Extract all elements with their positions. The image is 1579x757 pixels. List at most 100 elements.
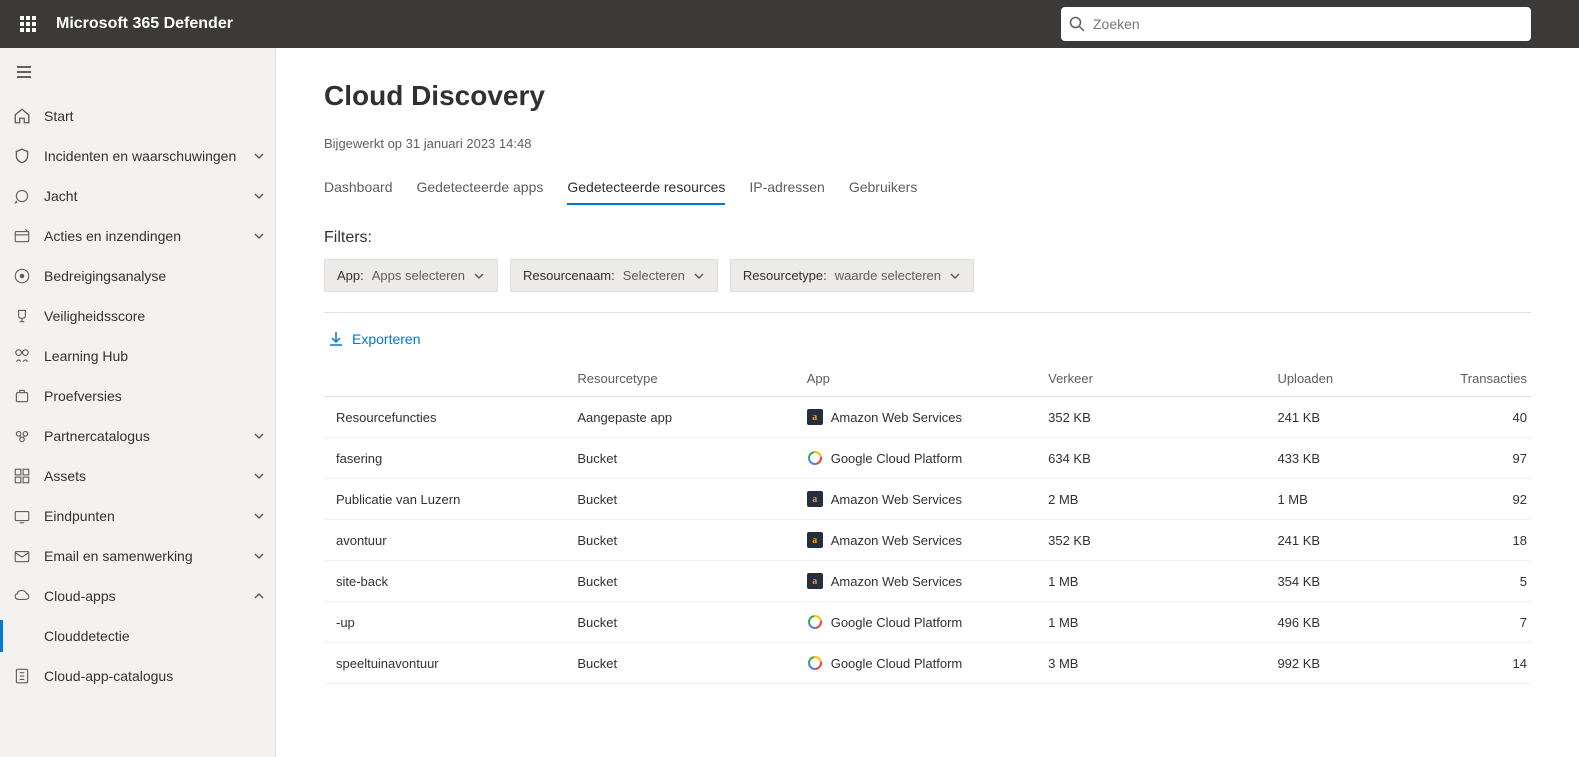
cell-upload: 241 KB (1265, 520, 1446, 561)
sidebar-item-label: Acties en inzendingen (44, 228, 253, 244)
sidebar-item-start[interactable]: Start (0, 96, 275, 136)
cell-traffic: 1 MB (1036, 602, 1265, 643)
sidebar-item-label: Proefversies (44, 388, 267, 404)
sidebar-item-jacht[interactable]: Jacht (0, 176, 275, 216)
cell-name: -up (324, 602, 565, 643)
filter-value: waarde selecteren (835, 268, 941, 283)
cell-app: aAmazon Web Services (795, 520, 1036, 561)
sidebar-item-incidenten-en-waarschuwingen[interactable]: Incidenten en waarschuwingen (0, 136, 275, 176)
sidebar-item-label: Cloud-app-catalogus (44, 668, 267, 684)
tab-ip-adressen[interactable]: IP-adressen (749, 171, 824, 205)
filter-resourcenaam[interactable]: Resourcenaam: Selecteren (510, 259, 718, 292)
app-launcher-icon[interactable] (8, 4, 48, 44)
cell-upload: 241 KB (1265, 397, 1446, 438)
download-icon (328, 331, 344, 347)
sidebar-item-cloud-apps[interactable]: Cloud-apps (0, 576, 275, 616)
hamburger-menu[interactable] (0, 48, 48, 96)
chevron-down-icon (473, 270, 485, 282)
search-input[interactable] (1093, 16, 1523, 32)
cell-name: avontuur (324, 520, 565, 561)
chevron-down-icon (253, 469, 267, 483)
cell-app: Google Cloud Platform (795, 438, 1036, 479)
table-row[interactable]: faseringBucketGoogle Cloud Platform634 K… (324, 438, 1531, 479)
cell-app: aAmazon Web Services (795, 397, 1036, 438)
sidebar-item-partnercatalogus[interactable]: Partnercatalogus (0, 416, 275, 456)
learn-icon (12, 346, 32, 366)
chevron-down-icon (253, 509, 267, 523)
tab-gebruikers[interactable]: Gebruikers (849, 171, 917, 205)
cell-name: fasering (324, 438, 565, 479)
table-row[interactable]: site-backBucketaAmazon Web Services1 MB3… (324, 561, 1531, 602)
home-icon (12, 106, 32, 126)
export-button[interactable]: Exporteren (324, 325, 424, 353)
table-row[interactable]: avontuurBucketaAmazon Web Services352 KB… (324, 520, 1531, 561)
sidebar-item-acties-en-inzendingen[interactable]: Acties en inzendingen (0, 216, 275, 256)
cell-upload: 1 MB (1265, 479, 1446, 520)
cell-app: Google Cloud Platform (795, 602, 1036, 643)
search-icon (1069, 16, 1085, 32)
tab-gedetecteerde-apps[interactable]: Gedetecteerde apps (417, 171, 544, 205)
chevron-down-icon (253, 549, 267, 563)
column-header[interactable]: Resourcetype (565, 361, 794, 397)
filter-resourcetype[interactable]: Resourcetype: waarde selecteren (730, 259, 974, 292)
cell-type: Bucket (565, 479, 794, 520)
table-row[interactable]: speeltuinavontuurBucketGoogle Cloud Plat… (324, 643, 1531, 684)
sidebar-item-label: Incidenten en waarschuwingen (44, 148, 253, 164)
aws-icon: a (807, 409, 823, 425)
cell-tx: 40 (1446, 397, 1531, 438)
updated-timestamp: Bijgewerkt op 31 januari 2023 14:48 (324, 136, 1531, 151)
tab-dashboard[interactable]: Dashboard (324, 171, 393, 205)
endpoint-icon (12, 506, 32, 526)
cell-app: aAmazon Web Services (795, 561, 1036, 602)
sidebar-item-label: Bedreigingsanalyse (44, 268, 267, 284)
filter-prefix: Resourcenaam: (523, 268, 615, 283)
chevron-down-icon (949, 270, 961, 282)
filter-app[interactable]: App: Apps selecteren (324, 259, 498, 292)
chevron-down-icon (253, 429, 267, 443)
column-header[interactable]: Transacties (1446, 361, 1531, 397)
sidebar-item-assets[interactable]: Assets (0, 456, 275, 496)
column-header[interactable]: App (795, 361, 1036, 397)
table-row[interactable]: Publicatie van LuzernBucketaAmazon Web S… (324, 479, 1531, 520)
table-row[interactable]: ResourcefunctiesAangepaste appaAmazon We… (324, 397, 1531, 438)
cell-upload: 496 KB (1265, 602, 1446, 643)
target-icon (12, 186, 32, 206)
cell-name: site-back (324, 561, 565, 602)
sidebar: Start Incidenten en waarschuwingen Jacht Ac… (0, 48, 276, 757)
cell-type: Bucket (565, 438, 794, 479)
column-header[interactable] (324, 361, 565, 397)
divider (324, 312, 1531, 313)
gcp-icon (807, 614, 823, 630)
tab-gedetecteerde-resources[interactable]: Gedetecteerde resources (567, 171, 725, 205)
table-row[interactable]: -upBucketGoogle Cloud Platform1 MB496 KB… (324, 602, 1531, 643)
sidebar-item-eindpunten[interactable]: Eindpunten (0, 496, 275, 536)
filters-label: Filters: (324, 229, 1531, 247)
chevron-up-icon (253, 589, 267, 603)
filter-row: App: Apps selecteren Resourcenaam: Select… (324, 259, 1531, 292)
cell-name: Resourcefuncties (324, 397, 565, 438)
sidebar-item-label: Eindpunten (44, 508, 253, 524)
sidebar-item-cloud-app-catalogus[interactable]: Cloud-app-catalogus (0, 656, 275, 696)
chevron-down-icon (693, 270, 705, 282)
column-header[interactable]: Verkeer (1036, 361, 1265, 397)
sidebar-item-email-en-samenwerking[interactable]: Email en samenwerking (0, 536, 275, 576)
cell-upload: 992 KB (1265, 643, 1446, 684)
sidebar-item-veiligheidsscore[interactable]: Veiligheidsscore (0, 296, 275, 336)
sidebar-item-label: Start (44, 108, 267, 124)
search-container[interactable] (1061, 7, 1531, 41)
sidebar-item-clouddetectie[interactable]: Clouddetectie (0, 616, 275, 656)
sidebar-item-bedreigingsanalyse[interactable]: Bedreigingsanalyse (0, 256, 275, 296)
sidebar-item-proefversies[interactable]: Proefversies (0, 376, 275, 416)
column-header[interactable]: Uploaden (1265, 361, 1446, 397)
sidebar-item-learning-hub[interactable]: Learning Hub (0, 336, 275, 376)
filter-value: Apps selecteren (372, 268, 465, 283)
cell-app: aAmazon Web Services (795, 479, 1036, 520)
threat-icon (12, 266, 32, 286)
export-label: Exporteren (352, 331, 420, 347)
cell-type: Bucket (565, 561, 794, 602)
shield-icon (12, 146, 32, 166)
chevron-down-icon (253, 149, 267, 163)
cell-app: Google Cloud Platform (795, 643, 1036, 684)
cell-traffic: 3 MB (1036, 643, 1265, 684)
app-title: Microsoft 365 Defender (56, 15, 233, 33)
